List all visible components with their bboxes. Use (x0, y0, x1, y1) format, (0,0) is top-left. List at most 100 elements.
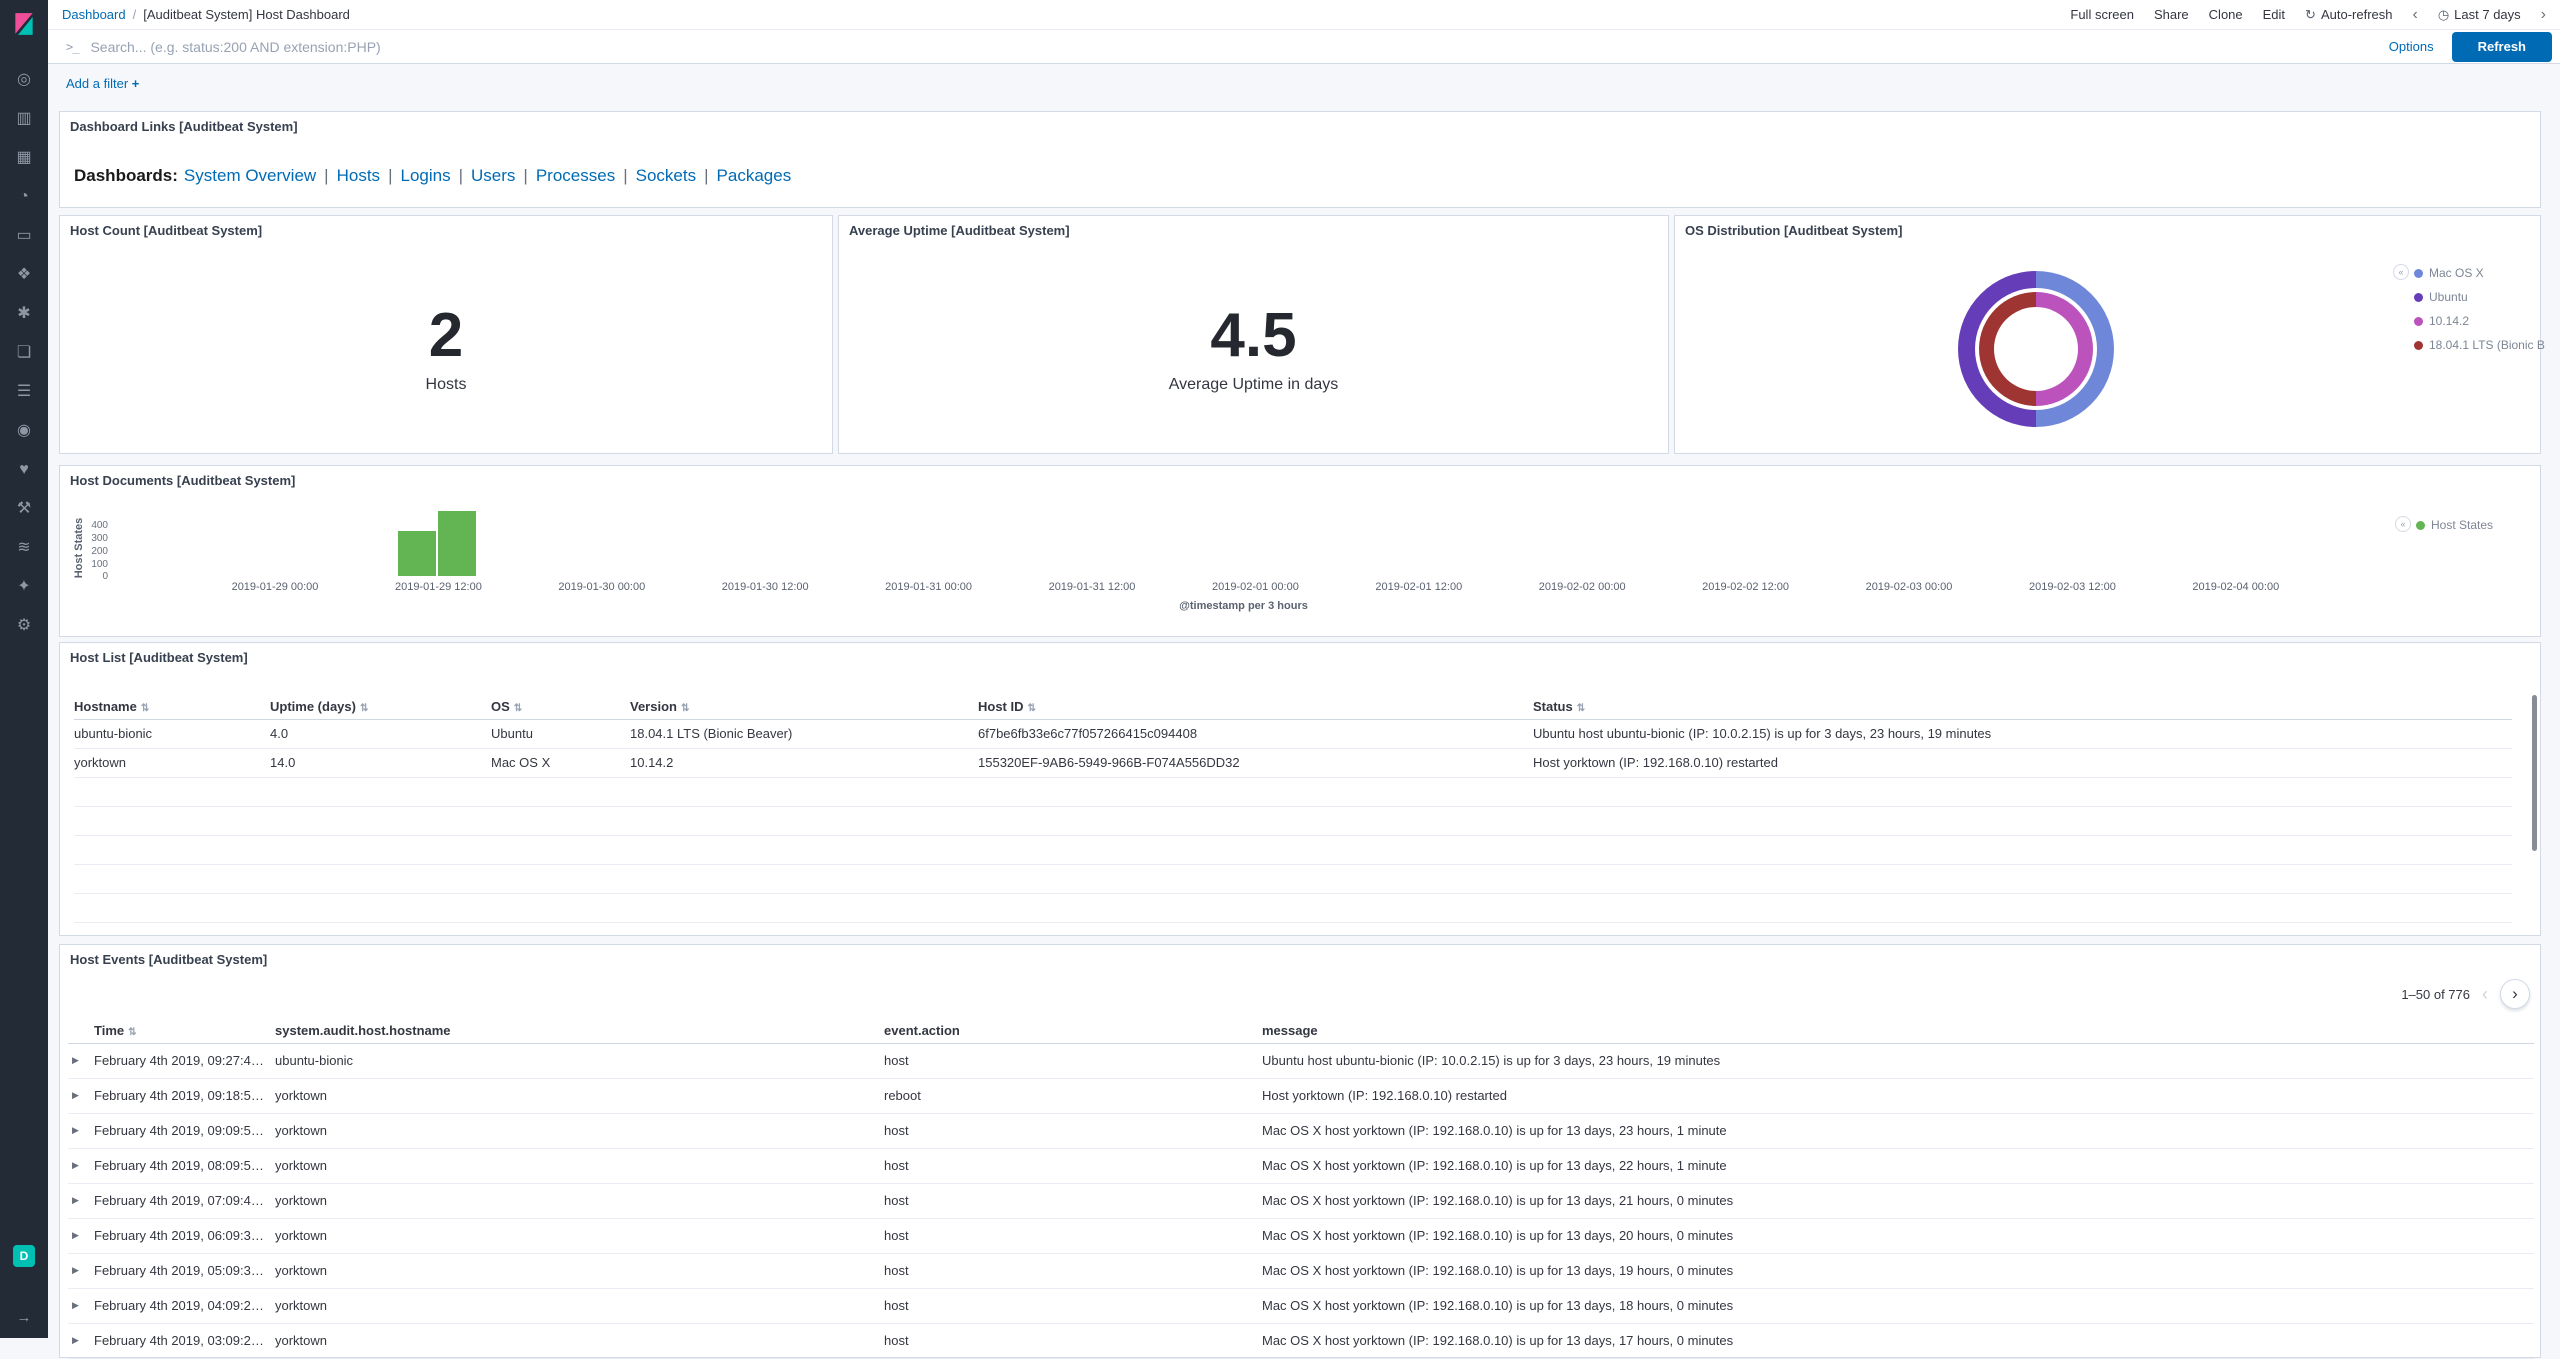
chart-bar[interactable] (398, 531, 436, 577)
column-header[interactable]: system.audit.host.hostname (275, 1019, 884, 1044)
host-list-row[interactable]: yorktown14.0Mac OS X10.14.2155320EF-9AB6… (74, 749, 2512, 778)
table-cell: February 4th 2019, 08:09:51.000 (94, 1149, 275, 1184)
monitoring-icon[interactable]: ≋ (14, 538, 34, 558)
column-header[interactable]: Hostname⇅ (74, 695, 270, 720)
apm-icon[interactable]: ◉ (14, 421, 34, 441)
dashboard-link-processes[interactable]: Processes (536, 166, 615, 185)
nav-collapse-icon[interactable]: → (17, 1309, 32, 1326)
maps-icon[interactable]: ❖ (14, 265, 34, 285)
column-header[interactable]: Time⇅ (94, 1019, 275, 1044)
clone-button[interactable]: Clone (2209, 7, 2243, 22)
dashboard-link-hosts[interactable]: Hosts (337, 166, 380, 185)
expand-row-icon[interactable]: ▶ (68, 1324, 94, 1359)
search-input[interactable] (90, 39, 2388, 55)
dashboard-link-packages[interactable]: Packages (717, 166, 792, 185)
time-range-button[interactable]: ◷ Last 7 days (2438, 7, 2521, 23)
expand-row-icon[interactable]: ▶ (68, 1114, 94, 1149)
share-button[interactable]: Share (2154, 7, 2189, 22)
table-cell: February 4th 2019, 09:09:51.049 (94, 1114, 275, 1149)
table-cell (270, 836, 491, 865)
expand-row-icon[interactable]: ▶ (68, 1289, 94, 1324)
uptime-icon[interactable]: ♥ (14, 460, 34, 480)
legend-item[interactable]: 18.04.1 LTS (Bionic B... (2414, 338, 2545, 352)
column-header[interactable]: event.action (884, 1019, 1262, 1044)
infrastructure-icon[interactable]: ❏ (14, 343, 34, 363)
breadcrumb-dashboard[interactable]: Dashboard (62, 7, 126, 22)
query-options-link[interactable]: Options (2389, 39, 2434, 54)
sort-icon: ⇅ (514, 703, 522, 714)
column-header[interactable]: Version⇅ (630, 695, 978, 720)
auto-refresh-button[interactable]: ↻ Auto-refresh (2305, 7, 2392, 23)
average-uptime-value: 4.5 (1210, 304, 1296, 368)
expand-row-icon[interactable]: ▶ (68, 1079, 94, 1114)
add-filter-button[interactable]: Add a filter + (66, 76, 139, 91)
graph-icon[interactable]: ✦ (14, 577, 34, 597)
table-cell: Mac OS X host yorktown (IP: 192.168.0.10… (1262, 1114, 2534, 1149)
dashboard-link-users[interactable]: Users (471, 166, 515, 185)
legend-swatch-icon (2414, 317, 2423, 326)
expand-row-icon[interactable]: ▶ (68, 1149, 94, 1184)
host-event-row[interactable]: ▶February 4th 2019, 04:09:20.814yorktown… (68, 1289, 2534, 1324)
full-screen-button[interactable]: Full screen (2070, 7, 2134, 22)
column-header[interactable]: message (1262, 1019, 2534, 1044)
dashboard-icon[interactable]: ▦ (14, 148, 34, 168)
column-header[interactable]: OS⇅ (491, 695, 630, 720)
logs-icon[interactable]: ☰ (14, 382, 34, 402)
column-header[interactable]: Host ID⇅ (978, 695, 1533, 720)
legend-item[interactable]: Mac OS X (2414, 266, 2545, 280)
scrollbar-thumb[interactable] (2532, 695, 2537, 851)
table-cell (978, 894, 1533, 923)
dashboard-link-sockets[interactable]: Sockets (636, 166, 696, 185)
panel-title: Average Uptime [Auditbeat System] (839, 216, 1668, 244)
table-cell (630, 894, 978, 923)
table-cell: yorktown (275, 1184, 884, 1219)
legend-item[interactable]: Host States (2416, 518, 2493, 532)
legend-item[interactable]: 10.14.2 (2414, 314, 2545, 328)
host-list-row[interactable]: ubuntu-bionic4.0Ubuntu18.04.1 LTS (Bioni… (74, 720, 2512, 749)
host-event-row[interactable]: ▶February 4th 2019, 09:09:51.049yorktown… (68, 1114, 2534, 1149)
machine-learning-icon[interactable]: ✱ (14, 304, 34, 324)
dashboard-link-logins[interactable]: Logins (400, 166, 450, 185)
canvas-icon[interactable]: ▭ (14, 226, 34, 246)
host-event-row[interactable]: ▶February 4th 2019, 07:09:40.955yorktown… (68, 1184, 2534, 1219)
expand-row-icon[interactable]: ▶ (68, 1044, 94, 1079)
legend-item[interactable]: Ubuntu (2414, 290, 2545, 304)
host-event-row[interactable]: ▶February 4th 2019, 09:18:51.043yorktown… (68, 1079, 2534, 1114)
expand-row-icon[interactable]: ▶ (68, 1254, 94, 1289)
management-icon[interactable]: ⚙ (14, 616, 34, 636)
edit-button[interactable]: Edit (2263, 7, 2285, 22)
panel-title: Host List [Auditbeat System] (60, 643, 2540, 671)
dev-tools-icon[interactable]: ⚒ (14, 499, 34, 519)
legend-toggle-icon[interactable]: « (2393, 264, 2409, 280)
visualize-icon[interactable]: ▥ (14, 109, 34, 129)
x-tick-label: 2019-02-02 00:00 (1539, 581, 1626, 593)
discover-icon[interactable]: ◎ (14, 70, 34, 90)
time-next-button[interactable]: › (2541, 9, 2546, 21)
table-cell: host (884, 1219, 1262, 1254)
donut-inner-ring[interactable] (1979, 292, 2093, 406)
host-event-row[interactable]: ▶February 4th 2019, 05:09:30.860yorktown… (68, 1254, 2534, 1289)
host-event-row[interactable]: ▶February 4th 2019, 06:09:30.907yorktown… (68, 1219, 2534, 1254)
space-avatar[interactable]: D (13, 1245, 35, 1267)
kibana-logo[interactable] (0, 0, 48, 48)
legend-toggle-icon[interactable]: « (2395, 516, 2411, 532)
pagination-prev-button[interactable]: ‹ (2482, 984, 2488, 1005)
timelion-icon[interactable]: ◔ (14, 187, 34, 207)
time-range-label: Last 7 days (2454, 7, 2521, 22)
donut-outer-ring[interactable] (1958, 271, 2114, 427)
host-event-row[interactable]: ▶February 4th 2019, 08:09:51.000yorktown… (68, 1149, 2534, 1184)
column-header[interactable]: Status⇅ (1533, 695, 2512, 720)
host-list-table: Hostname⇅Uptime (days)⇅OS⇅Version⇅Host I… (74, 695, 2512, 952)
expand-row-icon[interactable]: ▶ (68, 1184, 94, 1219)
column-header[interactable]: Uptime (days)⇅ (270, 695, 491, 720)
dashboard-link-system-overview[interactable]: System Overview (184, 166, 316, 185)
host-event-row[interactable]: ▶February 4th 2019, 03:09:20.765yorktown… (68, 1324, 2534, 1359)
table-cell: Mac OS X (491, 749, 630, 778)
pagination-next-button[interactable]: › (2500, 979, 2530, 1009)
legend-label: Ubuntu (2429, 290, 2468, 304)
host-event-row[interactable]: ▶February 4th 2019, 09:27:46.040ubuntu-b… (68, 1044, 2534, 1079)
time-prev-button[interactable]: ‹ (2413, 9, 2418, 21)
refresh-button[interactable]: Refresh (2452, 32, 2552, 62)
expand-row-icon[interactable]: ▶ (68, 1219, 94, 1254)
chart-bar[interactable] (438, 511, 476, 576)
